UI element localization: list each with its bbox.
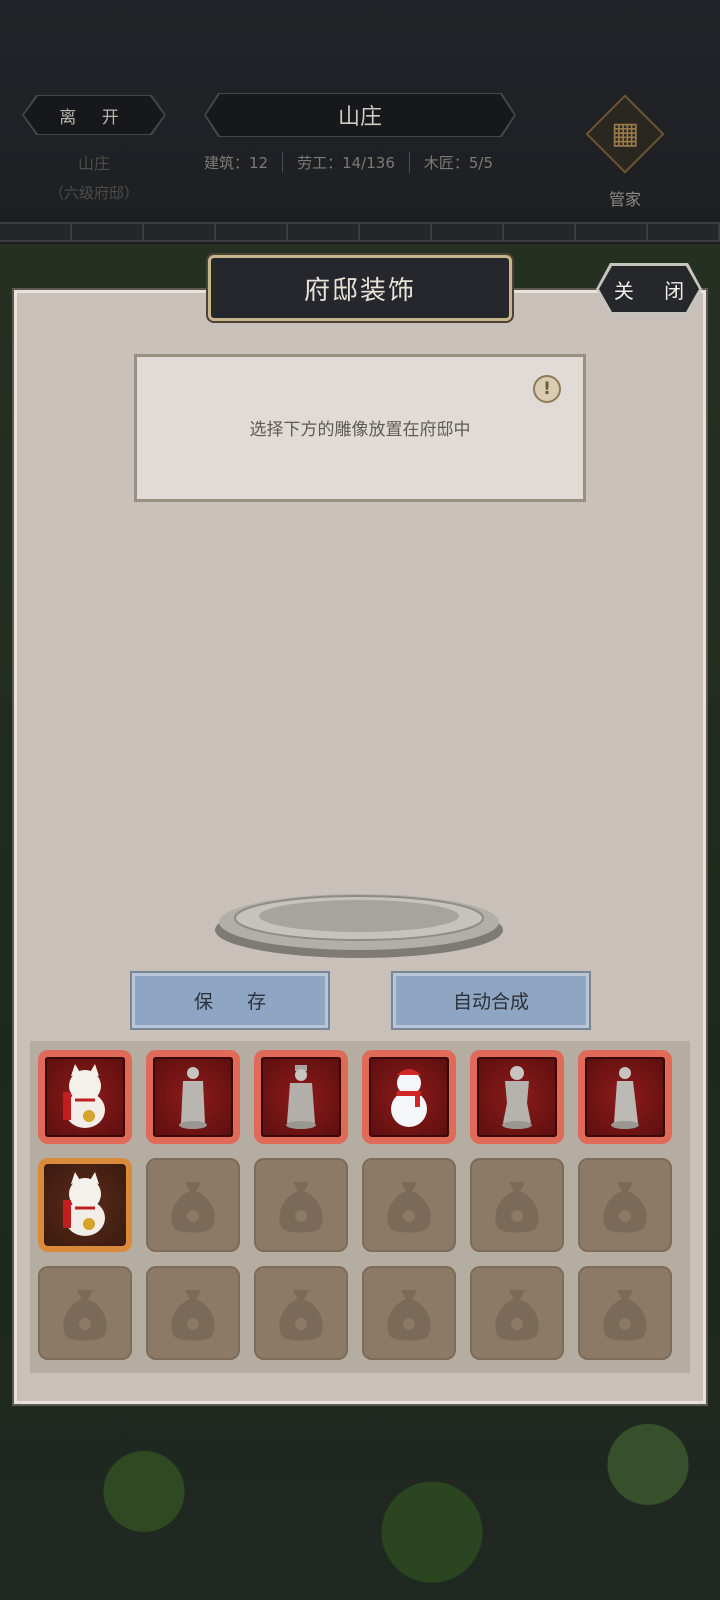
steward-frame: ▦	[585, 94, 665, 174]
close-button[interactable]: 关 闭	[596, 263, 702, 315]
lucky-cat-icon	[63, 1064, 105, 1128]
sage-statue-icon	[611, 1067, 639, 1129]
money-bag-icon	[279, 1290, 323, 1341]
money-bag-icon	[603, 1290, 647, 1341]
general-statue-icon	[502, 1066, 532, 1129]
money-bag-icon	[63, 1290, 107, 1341]
location-name: 山庄	[77, 154, 110, 173]
money-bag-icon	[387, 1182, 431, 1233]
inventory-slot-empty[interactable]	[254, 1158, 348, 1252]
inventory-slot-empty[interactable]	[146, 1266, 240, 1360]
carpenters-stat: 木匠：5/5	[408, 151, 507, 173]
scholar-statue-icon	[179, 1067, 207, 1129]
save-button[interactable]: 保 存	[132, 973, 328, 1028]
inventory-slot[interactable]	[254, 1050, 348, 1144]
inventory-slot-empty[interactable]	[254, 1266, 348, 1360]
money-bag-icon	[279, 1182, 323, 1233]
laborers-stat: 劳工：14/136	[282, 151, 409, 173]
leave-button[interactable]: 离 开	[24, 96, 164, 134]
inventory-slot[interactable]	[470, 1050, 564, 1144]
inventory-slot-empty[interactable]	[470, 1158, 564, 1252]
inventory-slot-empty[interactable]	[470, 1266, 564, 1360]
inventory-slot-empty[interactable]	[578, 1266, 672, 1360]
money-bag-icon	[171, 1182, 215, 1233]
official-statue-icon	[286, 1065, 316, 1129]
inventory-slot[interactable]	[146, 1050, 240, 1144]
auto-merge-button[interactable]: 自动合成	[393, 973, 589, 1028]
info-text: 选择下方的雕像放置在府邸中	[249, 420, 471, 440]
inventory-slot-empty[interactable]	[362, 1158, 456, 1252]
buildings-stat: 建筑：12	[204, 153, 269, 172]
money-bag-icon	[495, 1290, 539, 1341]
inventory-slot-empty[interactable]	[578, 1158, 672, 1252]
inventory-slot-selected[interactable]	[38, 1158, 132, 1252]
abacus-icon: ▦	[610, 115, 640, 151]
steward-button[interactable]: ▦	[582, 94, 668, 174]
roof-strip	[0, 222, 720, 242]
panel-title: 府邸装饰	[208, 255, 512, 321]
inventory-slot-empty[interactable]	[38, 1266, 132, 1360]
estate-title: 山庄	[206, 94, 514, 136]
inventory-slot[interactable]	[38, 1050, 132, 1144]
inventory-slot-empty[interactable]	[362, 1266, 456, 1360]
inventory-slot-empty[interactable]	[146, 1158, 240, 1252]
exclamation-icon[interactable]: !	[533, 375, 561, 403]
money-bag-icon	[387, 1290, 431, 1341]
steward-label: 管家	[608, 190, 641, 209]
statue-pedestal[interactable]	[212, 884, 506, 960]
snowman-icon	[391, 1069, 427, 1127]
money-bag-icon	[171, 1290, 215, 1341]
inventory-slot[interactable]	[362, 1050, 456, 1144]
location-rank: （六级府邸）	[48, 184, 139, 202]
info-box: ! 选择下方的雕像放置在府邸中	[134, 354, 586, 502]
lucky-cat-icon	[63, 1172, 105, 1236]
close-button-label: 关 闭	[599, 266, 699, 312]
money-bag-icon	[495, 1182, 539, 1233]
top-hud: 离 开 山庄 山庄 （六级府邸） 建筑：12 劳工：14/136 木匠：5/5 …	[0, 0, 720, 222]
estate-stats: 建筑：12 劳工：14/136 木匠：5/5	[204, 150, 507, 174]
inventory-slot[interactable]	[578, 1050, 672, 1144]
money-bag-icon	[603, 1182, 647, 1233]
